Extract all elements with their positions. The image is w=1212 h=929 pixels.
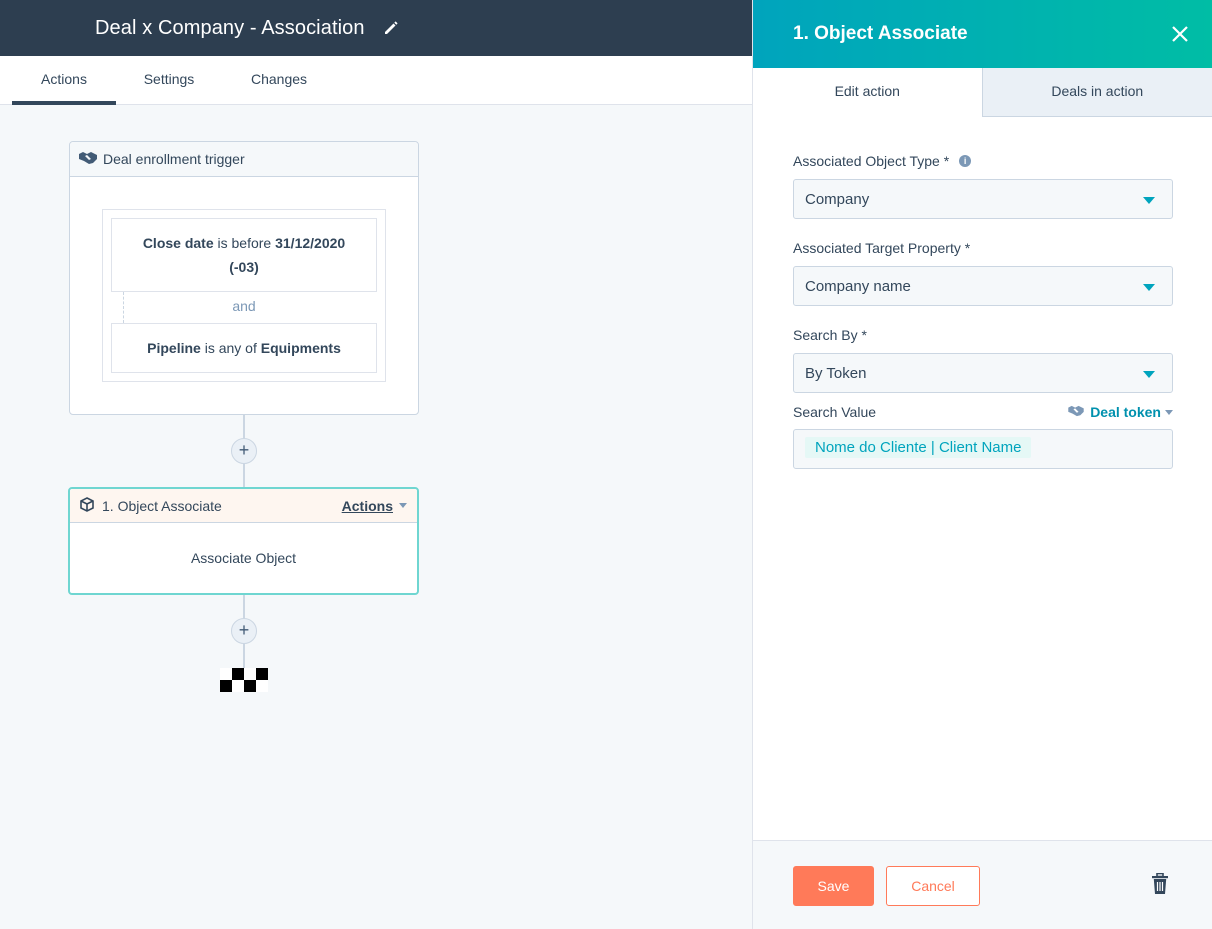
- action-actions-dropdown[interactable]: Actions: [342, 498, 407, 514]
- action-title: 1. Object Associate: [102, 497, 222, 514]
- close-icon[interactable]: [1170, 24, 1190, 44]
- deal-token-label: Deal token: [1090, 404, 1161, 420]
- trigger-title: Deal enrollment trigger: [103, 151, 245, 167]
- filter-group: Close date is before 31/12/2020 (-03) an…: [102, 209, 386, 382]
- filter-operator: is any of: [204, 340, 257, 356]
- save-button[interactable]: Save: [793, 866, 874, 906]
- object-type-label-text: Associated Object Type *: [793, 153, 950, 169]
- filter-property: Close date: [142, 235, 214, 251]
- action-edit-panel: 1. Object Associate Edit action Deals in…: [752, 0, 1212, 929]
- workflow-tabs: Actions Settings Changes: [0, 56, 752, 105]
- chevron-down-icon: [399, 503, 407, 508]
- panel-title: 1. Object Associate: [793, 23, 968, 44]
- add-action-button[interactable]: +: [231, 438, 257, 464]
- filter-property: Pipeline: [147, 340, 201, 356]
- chevron-down-icon: [1143, 284, 1155, 291]
- filter-pipeline[interactable]: Pipeline is any of Equipments: [111, 323, 377, 373]
- search-value-input[interactable]: Nome do Cliente | Client Name: [793, 429, 1173, 469]
- panel-footer: Save Cancel: [753, 840, 1212, 929]
- tab-actions[interactable]: Actions: [12, 56, 116, 105]
- chevron-down-icon: [1143, 197, 1155, 204]
- deal-token-dropdown[interactable]: Deal token: [1067, 404, 1173, 420]
- workflow-title: Deal x Company - Association: [95, 16, 365, 39]
- object-associate-action-card[interactable]: 1. Object Associate Actions Associate Ob…: [68, 487, 419, 595]
- panel-tabs: Edit action Deals in action: [753, 68, 1212, 117]
- tab-changes[interactable]: Changes: [232, 56, 326, 105]
- pencil-icon[interactable]: [383, 20, 399, 36]
- enrollment-trigger-card[interactable]: Deal enrollment trigger Close date is be…: [69, 141, 419, 415]
- chevron-down-icon: [1165, 409, 1173, 415]
- search-by-select[interactable]: By Token: [793, 353, 1173, 393]
- handshake-icon: [78, 151, 103, 168]
- cube-icon: [80, 496, 102, 515]
- chevron-down-icon: [1143, 371, 1155, 378]
- action-body: Associate Object: [190, 550, 297, 566]
- action-card-header: 1. Object Associate Actions: [70, 489, 417, 523]
- target-property-label: Associated Target Property *: [793, 240, 971, 256]
- add-action-button[interactable]: +: [231, 618, 257, 644]
- trash-icon[interactable]: [1151, 872, 1169, 895]
- object-type-select[interactable]: Company: [793, 179, 1173, 219]
- checkered-flag-icon: [220, 668, 268, 692]
- trigger-card-header: Deal enrollment trigger: [70, 142, 418, 177]
- search-by-label: Search By *: [793, 327, 867, 343]
- filter-close-date[interactable]: Close date is before 31/12/2020 (-03): [111, 218, 377, 292]
- search-by-value: By Token: [805, 364, 867, 382]
- target-property-value: Company name: [805, 277, 911, 295]
- filter-value: 31/12/2020: [275, 235, 346, 251]
- search-value-label: Search Value: [793, 404, 877, 420]
- panel-header: 1. Object Associate: [753, 0, 1212, 68]
- tab-edit-action[interactable]: Edit action: [753, 68, 983, 117]
- actions-dropdown-label: Actions: [341, 497, 393, 514]
- tab-settings[interactable]: Settings: [126, 56, 212, 105]
- handshake-icon: [1067, 404, 1090, 420]
- target-property-select[interactable]: Company name: [793, 266, 1173, 306]
- filter-value-timezone: (-03): [229, 259, 259, 275]
- filter-value: Equipments: [260, 340, 341, 356]
- and-joiner: and: [232, 298, 256, 314]
- object-type-value: Company: [805, 190, 870, 208]
- workflow-canvas: Deal enrollment trigger Close date is be…: [0, 105, 752, 929]
- tab-deals-in-action[interactable]: Deals in action: [982, 68, 1212, 116]
- filter-operator: is before: [217, 235, 272, 251]
- info-icon[interactable]: i: [959, 155, 972, 167]
- token-chip[interactable]: Nome do Cliente | Client Name: [805, 437, 1032, 458]
- cancel-button[interactable]: Cancel: [886, 866, 980, 906]
- object-type-label: Associated Object Type * i: [793, 153, 1172, 169]
- workflow-header: Deal x Company - Association: [0, 0, 752, 56]
- action-form: Associated Object Type * i Company Assoc…: [753, 153, 1212, 469]
